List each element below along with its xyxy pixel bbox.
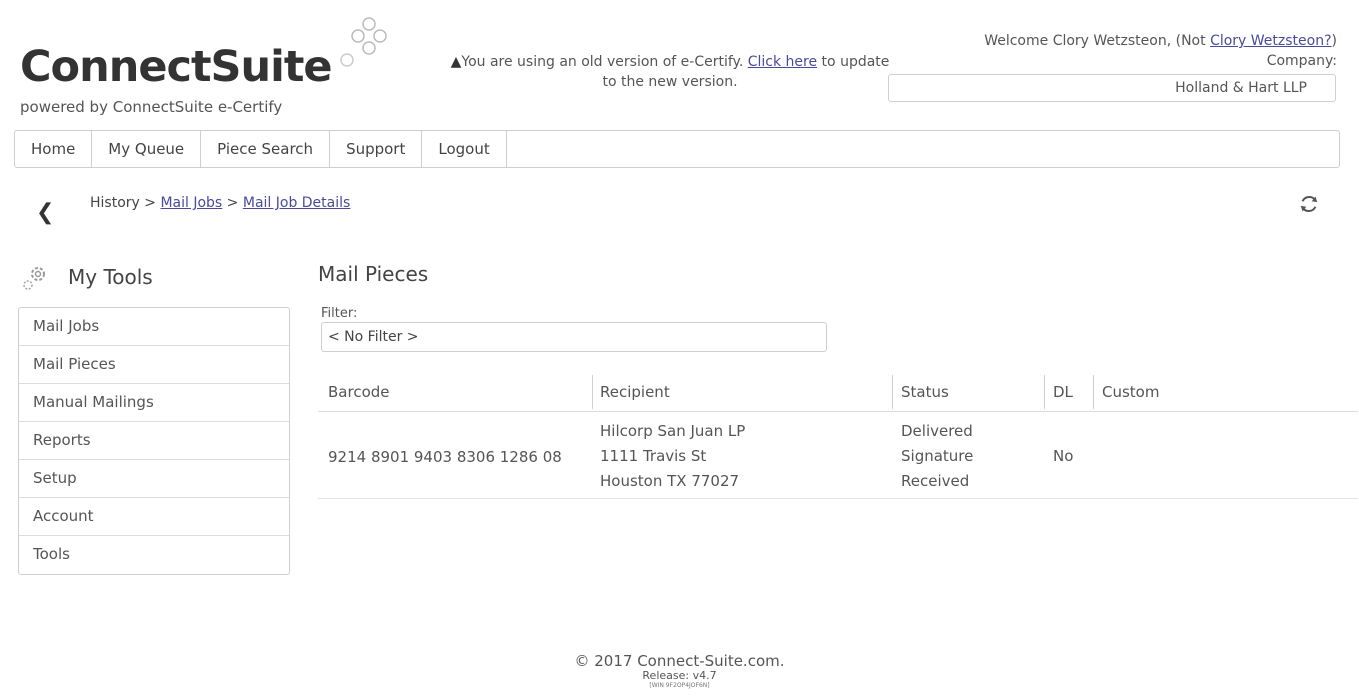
main-nav: Home My Queue Piece Search Support Logou… — [14, 130, 1340, 168]
column-header-barcode[interactable]: Barcode — [328, 383, 390, 401]
sidebar-item-mail-pieces[interactable]: Mail Pieces — [19, 346, 289, 384]
welcome-message: Welcome Clory Wetzsteon, (Not Clory Wetz… — [984, 33, 1337, 49]
sidebar-item-manual-mailings[interactable]: Manual Mailings — [19, 384, 289, 422]
copyright: © 2017 Connect-Suite.com. — [574, 652, 785, 670]
sidebar-item-account[interactable]: Account — [19, 498, 289, 536]
footer: © 2017 Connect-Suite.com. Release: v4.7 … — [0, 652, 1359, 690]
sidebar-item-tools[interactable]: Tools — [19, 536, 289, 574]
nav-logout[interactable]: Logout — [422, 131, 507, 167]
table-row[interactable]: 9214 8901 9403 8306 1286 08 Hilcorp San … — [318, 416, 1358, 499]
welcome-suffix: ) — [1331, 33, 1337, 49]
filter-label: Filter: — [321, 306, 358, 321]
sidebar-item-reports[interactable]: Reports — [19, 422, 289, 460]
back-chevron-icon[interactable]: ❮ — [36, 200, 54, 225]
tools-header: My Tools — [20, 262, 153, 292]
release-version: Release: v4.7 — [642, 669, 717, 682]
recipient-street: 1111 Travis St — [600, 447, 707, 465]
brand-name: ConnectSuite — [20, 42, 333, 92]
table-header: Barcode Recipient Status DL Custom — [318, 375, 1358, 412]
nav-piece-search[interactable]: Piece Search — [201, 131, 331, 167]
welcome-prefix: Welcome Clory Wetzsteon, (Not — [984, 33, 1211, 49]
status-line: Signature — [901, 447, 974, 465]
breadcrumb-history: History — [90, 195, 140, 211]
sidebar-item-mail-jobs[interactable]: Mail Jobs — [19, 308, 289, 346]
tools-sidebar: Mail Jobs Mail Pieces Manual Mailings Re… — [18, 307, 290, 575]
cell-dl: No — [1053, 447, 1074, 465]
cell-status: Delivered Signature Received — [901, 419, 973, 494]
recipient-city: Houston TX 77027 — [600, 472, 740, 490]
cell-barcode: 9214 8901 9403 8306 1286 08 — [328, 448, 562, 466]
recipient-name: Hilcorp San Juan LP — [600, 422, 746, 440]
column-divider — [592, 375, 593, 409]
sidebar-item-setup[interactable]: Setup — [19, 460, 289, 498]
gears-icon — [23, 267, 45, 290]
company-label: Company: — [1266, 53, 1337, 69]
cell-recipient: Hilcorp San Juan LP 1111 Travis St Houst… — [600, 419, 745, 494]
build-id: [WIN 9F2OP4JOF6N] — [649, 682, 710, 689]
tools-title: My Tools — [68, 265, 153, 289]
column-divider — [1093, 375, 1094, 409]
nav-home[interactable]: Home — [15, 131, 93, 167]
breadcrumb-mail-jobs[interactable]: Mail Jobs — [160, 195, 222, 211]
breadcrumb: History > Mail Jobs > Mail Job Details — [90, 195, 350, 211]
column-header-recipient[interactable]: Recipient — [600, 383, 670, 401]
warning-icon: ▲ — [450, 54, 462, 70]
logo-flower-icon — [340, 17, 387, 67]
brand-tagline: powered by ConnectSuite e-Certify — [20, 98, 283, 116]
page-title: Mail Pieces — [318, 262, 429, 286]
nav-my-queue[interactable]: My Queue — [92, 131, 202, 167]
nav-support[interactable]: Support — [330, 131, 423, 167]
brand-logo: ConnectSuite — [20, 42, 333, 92]
breadcrumb-separator: > — [226, 195, 239, 211]
column-header-custom[interactable]: Custom — [1102, 383, 1159, 401]
breadcrumb-separator: > — [144, 195, 156, 211]
notice-text: You are using an old version of e-Certif… — [461, 54, 748, 70]
refresh-icon[interactable] — [1298, 193, 1320, 215]
column-header-status[interactable]: Status — [901, 383, 949, 401]
status-line: Received — [901, 472, 970, 490]
filter-select[interactable]: < No Filter > — [321, 322, 827, 352]
column-divider — [1044, 375, 1045, 409]
breadcrumb-mail-job-details[interactable]: Mail Job Details — [243, 195, 350, 211]
column-header-dl[interactable]: DL — [1053, 383, 1073, 401]
upgrade-notice: ▲You are using an old version of e-Certi… — [450, 52, 890, 92]
status-line: Delivered — [901, 422, 973, 440]
company-field[interactable]: Holland & Hart LLP — [888, 74, 1336, 102]
column-divider — [892, 375, 893, 409]
switch-user-link[interactable]: Clory Wetzsteon? — [1210, 33, 1331, 49]
upgrade-link[interactable]: Click here — [748, 54, 817, 70]
